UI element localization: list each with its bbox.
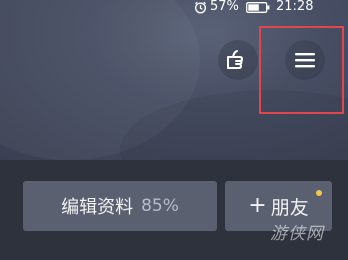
- add-friend-label: 朋友: [270, 196, 309, 219]
- plus-icon: +: [248, 193, 267, 218]
- battery-percentage: 57%: [210, 0, 239, 14]
- profile-completion: 85%: [141, 196, 179, 216]
- alarm-icon: [194, 1, 207, 14]
- battery-icon: [246, 2, 270, 13]
- edit-profile-button[interactable]: 编辑资料 85%: [23, 181, 217, 231]
- notification-dot: [316, 190, 322, 196]
- watermark: 游侠网: [270, 224, 324, 244]
- menu-highlight-box: [259, 26, 344, 114]
- status-bar: 57% 21:28: [0, 0, 348, 16]
- gesture-button[interactable]: [218, 40, 258, 80]
- hand-pointer-icon: [227, 50, 243, 69]
- clock: 21:28: [276, 0, 314, 14]
- edit-profile-label: 编辑资料: [61, 197, 134, 218]
